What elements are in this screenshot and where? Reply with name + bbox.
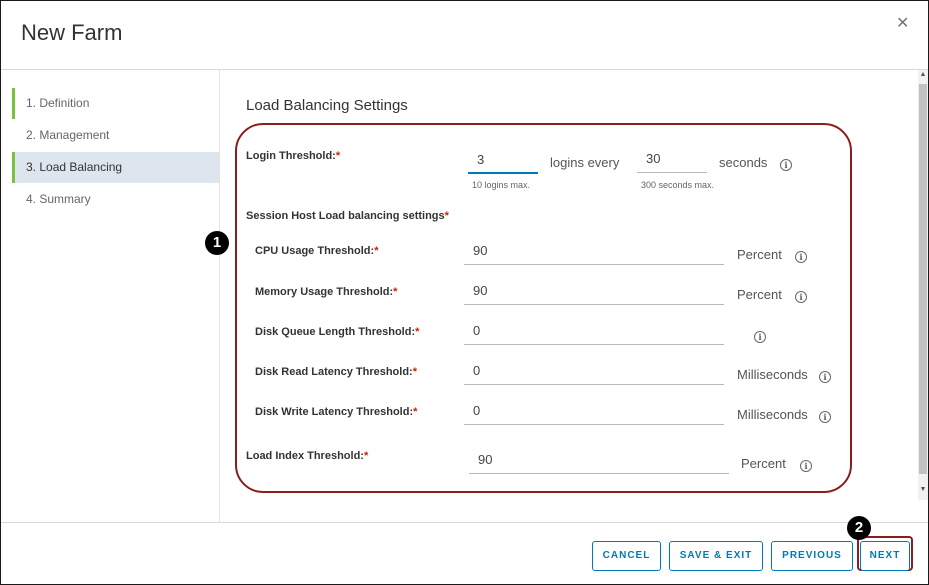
logins-count-input[interactable]: 3	[468, 148, 538, 174]
seconds-hint: 300 seconds max.	[641, 180, 715, 190]
required-mark: *	[413, 406, 418, 418]
scroll-down-icon[interactable]: ▼	[919, 486, 927, 493]
dialog-footer: CANCEL SAVE & EXIT PREVIOUS NEXT	[1, 522, 928, 584]
content-scrollbar[interactable]: ▲ ▼	[918, 70, 928, 500]
load-index-threshold-label: Load Index Threshold:*	[246, 450, 368, 462]
close-icon[interactable]: ✕	[896, 13, 909, 33]
cpu-threshold-unit: Percent	[737, 247, 782, 262]
load-index-threshold-info-icon[interactable]: i	[800, 460, 812, 472]
seconds-interval-input[interactable]: 30	[637, 147, 707, 173]
dialog-title: New Farm	[21, 20, 123, 45]
required-mark: *	[415, 326, 420, 338]
login-threshold-text: Login Threshold:	[246, 150, 336, 162]
disk-read-latency-unit: Milliseconds	[737, 367, 808, 382]
disk-read-latency-label: Disk Read Latency Threshold:*	[255, 366, 417, 378]
required-mark: *	[374, 245, 379, 257]
login-threshold-info-icon[interactable]: i	[780, 159, 792, 171]
disk-write-latency-info-icon[interactable]: i	[819, 411, 831, 423]
load-index-threshold-text: Load Index Threshold:	[246, 450, 364, 462]
logins-hint: 10 logins max.	[472, 180, 531, 190]
cpu-threshold-text: CPU Usage Threshold:	[255, 245, 375, 257]
cpu-threshold-input[interactable]: 90	[464, 239, 724, 265]
required-mark: *	[335, 150, 341, 162]
required-mark: *	[444, 210, 449, 222]
disk-read-latency-info-icon[interactable]: i	[819, 371, 831, 383]
disk-write-latency-input[interactable]: 0	[464, 399, 724, 425]
new-farm-dialog: New Farm ✕ 1. Definition 2. Management 3…	[0, 0, 929, 585]
disk-queue-threshold-info-icon[interactable]: i	[754, 331, 766, 343]
step-definition[interactable]: 1. Definition	[12, 88, 219, 119]
memory-threshold-text: Memory Usage Threshold:	[255, 286, 394, 298]
disk-write-latency-label: Disk Write Latency Threshold:*	[255, 406, 417, 418]
memory-threshold-unit: Percent	[737, 287, 782, 302]
disk-queue-threshold-input[interactable]: 0	[464, 319, 724, 345]
disk-write-latency-unit: Milliseconds	[737, 407, 808, 422]
load-index-threshold-input[interactable]: 90	[469, 448, 729, 474]
seconds-unit: seconds	[719, 155, 768, 170]
load-balancing-panel: Load Balancing Settings Login Threshold:…	[221, 70, 918, 522]
cpu-threshold-info-icon[interactable]: i	[795, 251, 807, 263]
section-title: Load Balancing Settings	[246, 97, 408, 114]
session-host-label: Session Host Load balancing settings*	[246, 210, 449, 222]
step-summary[interactable]: 4. Summary	[12, 184, 219, 215]
required-mark: *	[363, 450, 369, 462]
memory-threshold-info-icon[interactable]: i	[795, 291, 807, 303]
disk-queue-threshold-text: Disk Queue Length Threshold:	[255, 326, 416, 338]
wizard-steps-sidebar: 1. Definition 2. Management 3. Load Bala…	[1, 70, 220, 522]
disk-read-latency-input[interactable]: 0	[464, 359, 724, 385]
required-mark: *	[393, 286, 398, 298]
disk-queue-threshold-label: Disk Queue Length Threshold:*	[255, 326, 419, 338]
next-button[interactable]: NEXT	[860, 541, 910, 571]
annotation-badge-2: 2	[847, 516, 871, 540]
memory-threshold-label: Memory Usage Threshold:*	[255, 286, 397, 298]
scroll-up-icon[interactable]: ▲	[919, 71, 927, 78]
load-index-threshold-unit: Percent	[741, 456, 786, 471]
disk-write-latency-text: Disk Write Latency Threshold:	[255, 406, 414, 418]
dialog-header: New Farm ✕	[1, 1, 928, 70]
step-load-balancing[interactable]: 3. Load Balancing	[12, 152, 219, 183]
step-management[interactable]: 2. Management	[12, 120, 219, 151]
cancel-button[interactable]: CANCEL	[592, 541, 661, 571]
memory-threshold-input[interactable]: 90	[464, 279, 724, 305]
annotation-outline	[235, 123, 852, 493]
cpu-threshold-label: CPU Usage Threshold:*	[255, 245, 378, 257]
logins-every-text: logins every	[550, 155, 620, 170]
scroll-thumb[interactable]	[919, 84, 927, 474]
disk-read-latency-text: Disk Read Latency Threshold:	[255, 366, 413, 378]
previous-button[interactable]: PREVIOUS	[771, 541, 853, 571]
session-host-text: Session Host Load balancing settings	[246, 210, 445, 222]
required-mark: *	[412, 366, 417, 378]
login-threshold-label: Login Threshold:*	[246, 150, 340, 162]
annotation-badge-1: 1	[205, 231, 229, 255]
save-exit-button[interactable]: SAVE & EXIT	[669, 541, 763, 571]
